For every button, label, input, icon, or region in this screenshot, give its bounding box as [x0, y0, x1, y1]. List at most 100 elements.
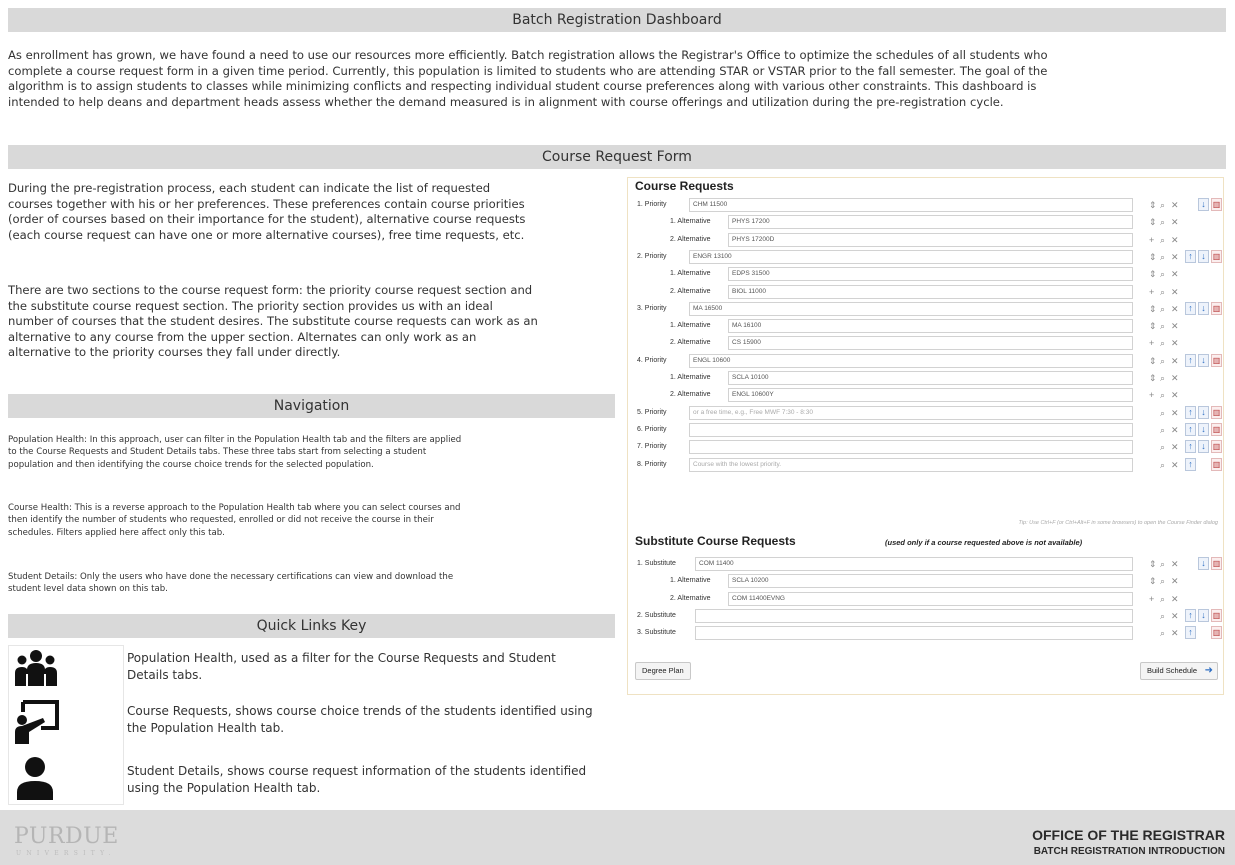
course-input[interactable]: MA 16500: [689, 301, 1133, 316]
course-input[interactable]: [689, 422, 1133, 437]
move-down-icon[interactable]: ↓: [1198, 301, 1209, 315]
reorder-icon[interactable]: ⇕: [1149, 302, 1157, 316]
population-group-icon[interactable]: [13, 648, 59, 688]
move-down-icon[interactable]: ↓: [1198, 440, 1209, 454]
close-icon[interactable]: ✕: [1171, 267, 1179, 281]
search-icon[interactable]: ⌕: [1160, 609, 1165, 623]
alternative-course-input[interactable]: PHYS 17200: [728, 215, 1133, 230]
trash-icon[interactable]: ▥: [1211, 249, 1222, 263]
move-up-icon[interactable]: ↑: [1185, 422, 1196, 436]
plus-icon[interactable]: +: [1149, 388, 1154, 402]
search-icon[interactable]: ⌕: [1160, 440, 1165, 454]
close-icon[interactable]: ✕: [1171, 302, 1179, 316]
search-icon[interactable]: ⌕: [1160, 458, 1165, 472]
search-icon[interactable]: ⌕: [1160, 233, 1165, 247]
move-down-icon[interactable]: ↓: [1198, 405, 1209, 419]
search-icon[interactable]: ⌕: [1160, 336, 1165, 350]
search-icon[interactable]: ⌕: [1160, 319, 1165, 333]
search-icon[interactable]: ⌕: [1160, 354, 1165, 368]
close-icon[interactable]: ✕: [1171, 250, 1179, 264]
trash-icon[interactable]: ▥: [1211, 422, 1222, 436]
move-down-icon[interactable]: ↓: [1198, 198, 1209, 211]
search-icon[interactable]: ⌕: [1160, 626, 1165, 640]
reorder-icon[interactable]: ⇕: [1149, 371, 1157, 385]
close-icon[interactable]: ✕: [1171, 215, 1179, 229]
alternative-course-input[interactable]: MA 16100: [728, 319, 1133, 334]
close-icon[interactable]: ✕: [1171, 626, 1179, 640]
search-icon[interactable]: ⌕: [1160, 557, 1165, 571]
move-up-icon[interactable]: ↑: [1185, 249, 1196, 263]
course-input[interactable]: Course with the lowest priority.: [689, 457, 1133, 472]
close-icon[interactable]: ✕: [1171, 406, 1179, 420]
close-icon[interactable]: ✕: [1171, 423, 1179, 437]
trash-icon[interactable]: ▥: [1211, 301, 1222, 315]
close-icon[interactable]: ✕: [1171, 388, 1179, 402]
course-input[interactable]: or a free time, e.g., Free MWF 7:30 - 8:…: [689, 405, 1133, 420]
reorder-icon[interactable]: ⇕: [1149, 250, 1157, 264]
move-down-icon[interactable]: ↓: [1198, 557, 1209, 570]
alternative-course-input[interactable]: COM 11400EVNG: [728, 591, 1133, 606]
alternative-course-input[interactable]: PHYS 17200D: [728, 232, 1133, 247]
course-input[interactable]: [695, 608, 1133, 623]
trash-icon[interactable]: ▥: [1211, 557, 1222, 570]
plus-icon[interactable]: +: [1149, 336, 1154, 350]
trash-icon[interactable]: ▥: [1211, 626, 1222, 640]
reorder-icon[interactable]: ⇕: [1149, 267, 1157, 281]
person-icon[interactable]: [15, 756, 55, 800]
close-icon[interactable]: ✕: [1171, 336, 1179, 350]
trash-icon[interactable]: ▥: [1211, 198, 1222, 211]
move-down-icon[interactable]: ↓: [1198, 422, 1209, 436]
move-up-icon[interactable]: ↑: [1185, 405, 1196, 419]
search-icon[interactable]: ⌕: [1160, 388, 1165, 402]
search-icon[interactable]: ⌕: [1160, 302, 1165, 316]
search-icon[interactable]: ⌕: [1160, 285, 1165, 299]
trash-icon[interactable]: ▥: [1211, 440, 1222, 454]
alternative-course-input[interactable]: EDPS 31500: [728, 267, 1133, 282]
search-icon[interactable]: ⌕: [1160, 198, 1165, 212]
reorder-icon[interactable]: ⇕: [1149, 574, 1157, 588]
course-input[interactable]: ENGL 10600: [689, 353, 1133, 368]
search-icon[interactable]: ⌕: [1160, 371, 1165, 385]
degree-plan-button[interactable]: Degree Plan: [635, 662, 691, 680]
close-icon[interactable]: ✕: [1171, 557, 1179, 571]
close-icon[interactable]: ✕: [1171, 354, 1179, 368]
reorder-icon[interactable]: ⇕: [1149, 215, 1157, 229]
plus-icon[interactable]: +: [1149, 285, 1154, 299]
plus-icon[interactable]: +: [1149, 233, 1154, 247]
search-icon[interactable]: ⌕: [1160, 215, 1165, 229]
plus-icon[interactable]: +: [1149, 592, 1154, 606]
alternative-course-input[interactable]: SCLA 10100: [728, 371, 1133, 385]
move-up-icon[interactable]: ↑: [1185, 626, 1196, 640]
trash-icon[interactable]: ▥: [1211, 608, 1222, 622]
search-icon[interactable]: ⌕: [1160, 574, 1165, 588]
course-input[interactable]: [695, 626, 1133, 641]
close-icon[interactable]: ✕: [1171, 574, 1179, 588]
close-icon[interactable]: ✕: [1171, 198, 1179, 212]
course-input[interactable]: [689, 440, 1133, 455]
close-icon[interactable]: ✕: [1171, 285, 1179, 299]
close-icon[interactable]: ✕: [1171, 371, 1179, 385]
move-up-icon[interactable]: ↑: [1185, 608, 1196, 622]
course-input[interactable]: CHM 11500: [689, 198, 1133, 212]
search-icon[interactable]: ⌕: [1160, 250, 1165, 264]
move-down-icon[interactable]: ↓: [1198, 249, 1209, 263]
trash-icon[interactable]: ▥: [1211, 405, 1222, 419]
alternative-course-input[interactable]: ENGL 10600Y: [728, 388, 1133, 403]
search-icon[interactable]: ⌕: [1160, 592, 1165, 606]
reorder-icon[interactable]: ⇕: [1149, 198, 1157, 212]
close-icon[interactable]: ✕: [1171, 319, 1179, 333]
close-icon[interactable]: ✕: [1171, 440, 1179, 454]
move-up-icon[interactable]: ↑: [1185, 301, 1196, 315]
alternative-course-input[interactable]: BIOL 11000: [728, 284, 1133, 299]
close-icon[interactable]: ✕: [1171, 233, 1179, 247]
trash-icon[interactable]: ▥: [1211, 353, 1222, 367]
close-icon[interactable]: ✕: [1171, 609, 1179, 623]
close-icon[interactable]: ✕: [1171, 592, 1179, 606]
alternative-course-input[interactable]: CS 15900: [728, 336, 1133, 351]
search-icon[interactable]: ⌕: [1160, 406, 1165, 420]
move-down-icon[interactable]: ↓: [1198, 353, 1209, 367]
reorder-icon[interactable]: ⇕: [1149, 354, 1157, 368]
move-up-icon[interactable]: ↑: [1185, 440, 1196, 454]
reorder-icon[interactable]: ⇕: [1149, 319, 1157, 333]
reorder-icon[interactable]: ⇕: [1149, 557, 1157, 571]
